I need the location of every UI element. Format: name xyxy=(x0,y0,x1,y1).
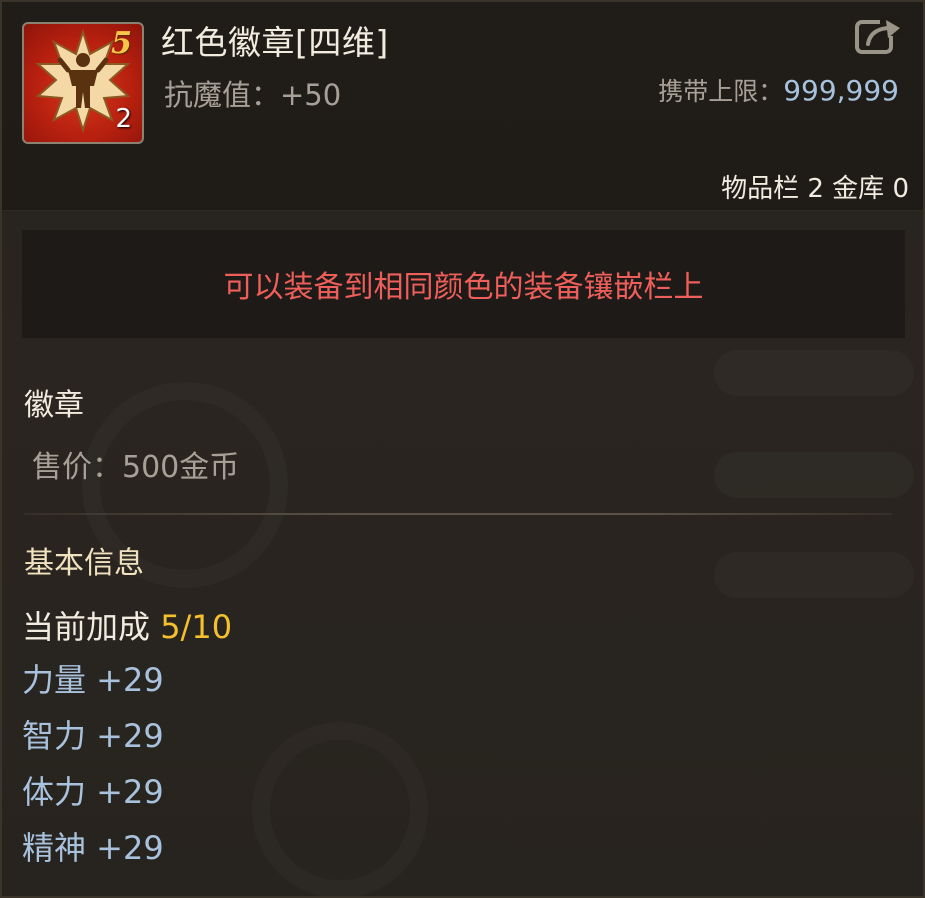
current-bonus-value: 5/10 xyxy=(160,608,233,646)
item-stack-count: 2 xyxy=(115,104,132,134)
background-decoration xyxy=(714,452,914,498)
share-icon[interactable] xyxy=(854,16,902,56)
stat-strength: 力量 +29 xyxy=(22,661,164,699)
equip-notice-text: 可以装备到相同颜色的装备镶嵌栏上 xyxy=(223,270,704,305)
carry-limit: 携带上限：999,999 xyxy=(658,72,899,108)
carry-limit-label: 携带上限： xyxy=(658,77,784,106)
item-icon-slot[interactable]: 5 2 xyxy=(22,22,144,144)
stat-intelligence: 智力 +29 xyxy=(22,717,164,755)
equip-notice: 可以装备到相同颜色的装备镶嵌栏上 xyxy=(22,230,905,338)
item-tooltip: 5 2 红色徽章[四维] 抗魔值：+50 携带上限：999,999 物品栏 2 … xyxy=(0,0,925,898)
storage-count: 物品栏 2 金库 0 xyxy=(721,174,909,204)
background-decoration xyxy=(714,552,914,598)
current-bonus: 当前加成 5/10 xyxy=(22,602,232,648)
current-bonus-label: 当前加成 xyxy=(22,608,151,646)
background-decoration xyxy=(714,350,914,396)
item-attribute: 抗魔值：+50 xyxy=(164,78,342,112)
section-divider xyxy=(24,513,892,515)
item-grade-badge: 5 xyxy=(111,26,132,61)
tooltip-header: 5 2 红色徽章[四维] 抗魔值：+50 携带上限：999,999 物品栏 2 … xyxy=(2,2,923,211)
stat-spirit: 精神 +29 xyxy=(22,829,164,867)
stat-vitality: 体力 +29 xyxy=(22,773,164,811)
sell-price: 售价：500金币 xyxy=(32,450,240,485)
basic-info-title: 基本信息 xyxy=(24,546,144,581)
stat-list: 力量 +29 智力 +29 体力 +29 精神 +29 xyxy=(22,658,164,882)
item-category: 徽章 xyxy=(24,388,84,423)
background-decoration xyxy=(252,722,428,896)
item-name: 红色徽章[四维] xyxy=(161,23,389,62)
carry-limit-value: 999,999 xyxy=(783,74,899,107)
